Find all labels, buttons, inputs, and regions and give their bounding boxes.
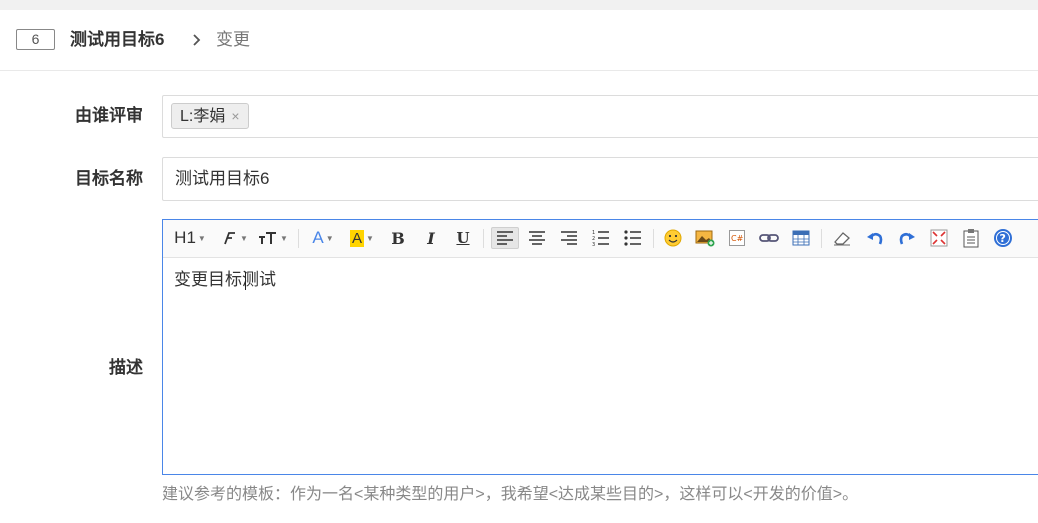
description-hint: 建议参考的模板：作为一名<某种类型的用户>，我希望<达成某些目的>，这样可以<开… <box>162 486 859 503</box>
fullscreen-icon <box>930 229 948 247</box>
paste-button[interactable] <box>959 227 983 249</box>
top-strip <box>0 0 1038 10</box>
toolbar-separator <box>483 229 484 248</box>
insert-table-button[interactable] <box>789 227 813 249</box>
highlight-button[interactable]: A ▼ <box>346 227 378 249</box>
breadcrumb-current: 变更 <box>216 30 250 49</box>
emoticon-button[interactable] <box>661 227 685 249</box>
code-icon: C# <box>729 230 745 246</box>
text-cursor <box>245 272 246 290</box>
align-left-icon <box>497 231 513 245</box>
align-right-icon <box>561 231 577 245</box>
reviewer-label: 由谁评审 <box>75 106 143 125</box>
description-editor[interactable]: H1 ▼ ▼ ▼ A ▼ A ▼ B I U 1 2 3 C# ? 变更目标测试 <box>162 219 1038 475</box>
insert-code-button[interactable]: C# <box>725 227 749 249</box>
font-family-icon <box>224 232 236 245</box>
toolbar-separator <box>298 229 299 248</box>
paste-icon <box>963 229 979 248</box>
page-title[interactable]: 测试用目标6 <box>70 28 164 52</box>
svg-text:C#: C# <box>731 234 744 243</box>
link-icon <box>759 234 779 242</box>
name-input[interactable]: 测试用目标6 <box>162 157 1038 201</box>
underline-button[interactable]: U <box>452 227 474 249</box>
undo-button[interactable] <box>863 227 887 249</box>
bold-button[interactable]: B <box>387 227 409 249</box>
image-icon <box>695 230 715 247</box>
emoticon-icon <box>664 229 682 247</box>
editor-toolbar: H1 ▼ ▼ ▼ A ▼ A ▼ B I U 1 2 3 C# ? <box>163 220 1038 258</box>
heading-button[interactable]: H1 ▼ <box>173 227 207 249</box>
reviewer-tag: L:李娟 × <box>171 103 249 129</box>
svg-text:?: ? <box>1000 232 1006 245</box>
page-header: 6 测试用目标6 变更 <box>0 10 1038 71</box>
editor-content[interactable]: 变更目标测试 <box>174 268 276 292</box>
ordered-list-button[interactable]: 1 2 3 <box>588 227 614 249</box>
table-icon <box>792 230 810 246</box>
reviewer-tag-label: L:李娟 <box>180 108 226 125</box>
remove-tag-icon[interactable]: × <box>231 108 239 124</box>
fullscreen-button[interactable] <box>927 227 951 249</box>
ordered-list-icon: 1 2 3 <box>592 230 609 247</box>
font-size-icon <box>259 232 277 244</box>
redo-icon <box>899 232 915 245</box>
toolbar-separator <box>821 229 822 248</box>
unordered-list-icon <box>624 230 641 246</box>
font-color-button[interactable]: A ▼ <box>308 227 338 249</box>
italic-button[interactable]: I <box>420 227 442 249</box>
undo-icon <box>867 232 883 245</box>
name-label: 目标名称 <box>75 169 143 188</box>
align-right-button[interactable] <box>556 227 582 249</box>
svg-text:3: 3 <box>592 242 595 247</box>
insert-link-button[interactable] <box>757 227 781 249</box>
help-button[interactable]: ? <box>991 227 1015 249</box>
reviewer-select[interactable]: L:李娟 × <box>162 95 1038 138</box>
redo-button[interactable] <box>895 227 919 249</box>
align-left-button[interactable] <box>491 227 519 249</box>
eraser-icon <box>834 232 850 246</box>
font-family-button[interactable]: ▼ <box>219 227 249 249</box>
align-center-button[interactable] <box>524 227 550 249</box>
toolbar-separator <box>653 229 654 248</box>
align-center-icon <box>529 231 545 245</box>
unordered-list-button[interactable] <box>620 227 646 249</box>
clear-format-button[interactable] <box>830 227 854 249</box>
description-label: 描述 <box>109 358 143 377</box>
id-badge: 6 <box>16 29 55 50</box>
insert-image-button[interactable] <box>693 227 717 249</box>
help-icon: ? <box>994 229 1012 247</box>
font-size-button[interactable]: ▼ <box>257 227 289 249</box>
chevron-right-icon <box>193 34 201 46</box>
